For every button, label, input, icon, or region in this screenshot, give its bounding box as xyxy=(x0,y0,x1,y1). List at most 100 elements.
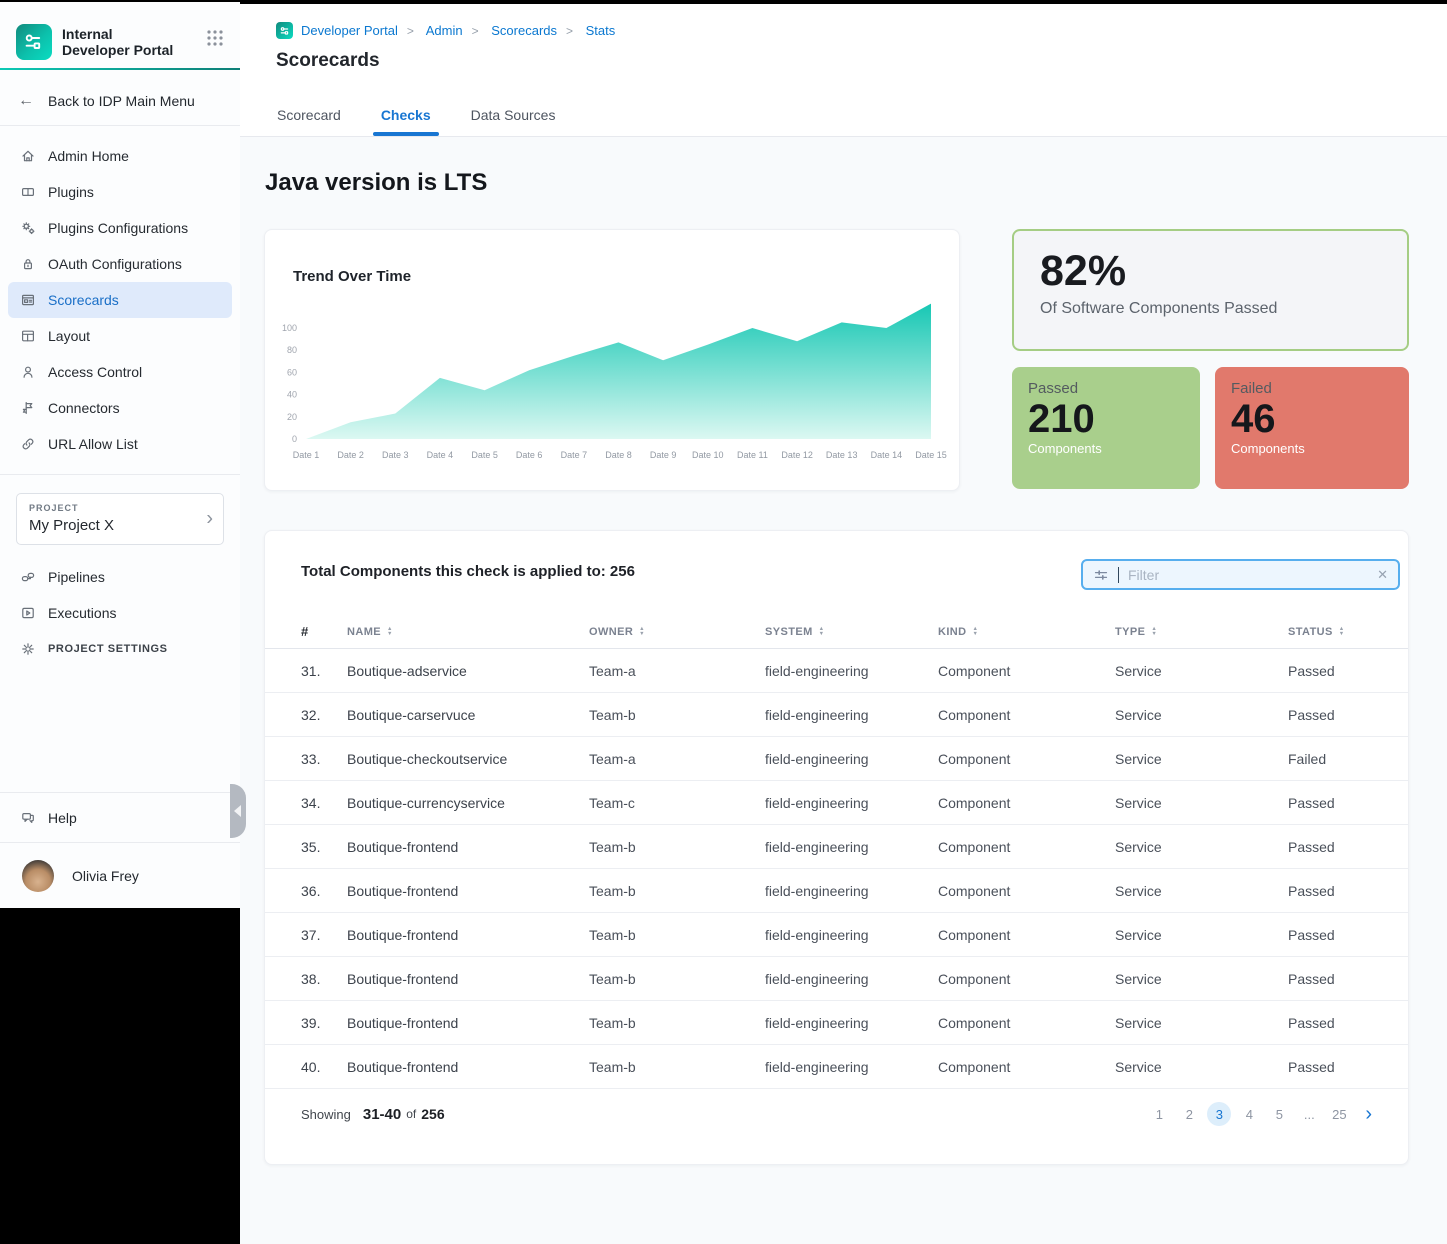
sidebar-item-project-settings[interactable]: PROJECT SETTINGS xyxy=(8,631,232,667)
column-label: STATUS xyxy=(1288,626,1333,638)
row-status: Passed xyxy=(1288,795,1372,811)
row-system: field-engineering xyxy=(765,751,938,767)
of-label: of xyxy=(406,1107,416,1121)
tab-checks[interactable]: Checks xyxy=(381,94,431,136)
row-number: 37. xyxy=(301,927,347,943)
table-row[interactable]: 32. Boutique-carservuce Team-b field-eng… xyxy=(265,693,1408,737)
tab-scorecard[interactable]: Scorecard xyxy=(277,94,341,136)
page-button-3[interactable]: 3 xyxy=(1207,1102,1231,1126)
table-row[interactable]: 34. Boutique-currencyservice Team-c fiel… xyxy=(265,781,1408,825)
pagination-next-icon[interactable]: › xyxy=(1365,1104,1372,1124)
page-button-[interactable]: ... xyxy=(1297,1102,1321,1126)
column-header-system[interactable]: SYSTEM ▲▼ xyxy=(765,626,938,638)
row-type: Service xyxy=(1115,927,1288,943)
table-row[interactable]: 37. Boutique-frontend Team-b field-engin… xyxy=(265,913,1408,957)
row-kind: Component xyxy=(938,751,1115,767)
sidebar-item-admin-home[interactable]: Admin Home xyxy=(8,138,232,174)
svg-text:20: 20 xyxy=(287,412,297,422)
sidebar-item-layout[interactable]: Layout xyxy=(8,318,232,354)
row-system: field-engineering xyxy=(765,707,938,723)
column-header-type[interactable]: TYPE ▲▼ xyxy=(1115,626,1288,638)
sidebar-item-pipelines[interactable]: Pipelines xyxy=(8,559,232,595)
lock-icon xyxy=(20,256,36,272)
pipelines-icon xyxy=(20,569,36,585)
page-button-1[interactable]: 1 xyxy=(1147,1102,1171,1126)
sidebar-item-executions[interactable]: Executions xyxy=(8,595,232,631)
back-to-idp-main-menu[interactable]: ← Back to IDP Main Menu xyxy=(0,76,240,126)
sidebar-item-access-control[interactable]: Access Control xyxy=(8,354,232,390)
table-summary: Total Components this check is applied t… xyxy=(301,563,635,580)
column-label: NAME xyxy=(347,626,381,638)
sort-icon: ▲▼ xyxy=(819,627,825,636)
column-header-status[interactable]: STATUS ▲▼ xyxy=(1288,626,1372,638)
tab-data-sources[interactable]: Data Sources xyxy=(471,94,556,136)
column-header-name[interactable]: NAME ▲▼ xyxy=(347,626,589,638)
clear-filter-icon[interactable]: ✕ xyxy=(1377,567,1388,583)
breadcrumb-label: Admin xyxy=(426,23,463,38)
filter-input[interactable] xyxy=(1128,567,1368,583)
row-system: field-engineering xyxy=(765,795,938,811)
project-selector[interactable]: PROJECT My Project X › xyxy=(16,493,224,545)
table-row[interactable]: 35. Boutique-frontend Team-b field-engin… xyxy=(265,825,1408,869)
row-owner: Team-a xyxy=(589,663,765,679)
row-name: Boutique-carservuce xyxy=(347,707,589,723)
table-body: 31. Boutique-adservice Team-a field-engi… xyxy=(265,649,1408,1089)
sidebar-collapse-handle[interactable] xyxy=(230,784,246,838)
person-icon xyxy=(20,364,36,380)
user-profile[interactable]: Olivia Frey xyxy=(0,842,240,908)
table-header-row: # NAME ▲▼ OWNER ▲▼ SYSTEM ▲▼ KIND ▲▼ xyxy=(265,615,1408,649)
page-button-2[interactable]: 2 xyxy=(1177,1102,1201,1126)
sidebar-item-scorecards[interactable]: Scorecards xyxy=(8,282,232,318)
row-system: field-engineering xyxy=(765,839,938,855)
page-label: 4 xyxy=(1246,1107,1253,1122)
row-system: field-engineering xyxy=(765,1059,938,1075)
row-system: field-engineering xyxy=(765,883,938,899)
sidebar-item-plugins-configurations[interactable]: Plugins Configurations xyxy=(8,210,232,246)
sidebar-item-connectors[interactable]: Connectors xyxy=(8,390,232,426)
column-header-owner[interactable]: OWNER ▲▼ xyxy=(589,626,765,638)
row-name: Boutique-adservice xyxy=(347,663,589,679)
row-type: Service xyxy=(1115,707,1288,723)
breadcrumb-logo-icon xyxy=(276,22,293,39)
row-status: Passed xyxy=(1288,1015,1372,1031)
column-label: SYSTEM xyxy=(765,626,813,638)
sidebar-item-oauth-configurations[interactable]: OAuth Configurations xyxy=(8,246,232,282)
row-number: 35. xyxy=(301,839,347,855)
breadcrumb-link-scorecards[interactable]: Scorecards xyxy=(463,23,557,38)
column-header-[interactable]: # xyxy=(301,624,347,639)
row-kind: Component xyxy=(938,795,1115,811)
breadcrumb: Developer Portal Admin Scorecards Stats xyxy=(276,22,615,39)
sidebar-nav: Admin Home Plugins Plugins Configuration… xyxy=(0,126,240,466)
breadcrumb-link-stats[interactable]: Stats xyxy=(557,23,615,38)
apps-grid-icon[interactable] xyxy=(204,27,226,49)
sidebar-item-label: PROJECT SETTINGS xyxy=(48,643,168,655)
page-button-5[interactable]: 5 xyxy=(1267,1102,1291,1126)
project-label: PROJECT xyxy=(29,503,211,513)
check-title: Java version is LTS xyxy=(265,169,487,197)
table-row[interactable]: 31. Boutique-adservice Team-a field-engi… xyxy=(265,649,1408,693)
row-name: Boutique-frontend xyxy=(347,1059,589,1075)
table-row[interactable]: 38. Boutique-frontend Team-b field-engin… xyxy=(265,957,1408,1001)
breadcrumb-link-developer-portal[interactable]: Developer Portal xyxy=(301,23,398,38)
column-label: OWNER xyxy=(589,626,633,638)
project-nav: Pipelines Executions PROJECT SETTINGS xyxy=(0,557,240,671)
column-label: # xyxy=(301,624,309,639)
table-row[interactable]: 33. Boutique-checkoutservice Team-a fiel… xyxy=(265,737,1408,781)
help-label: Help xyxy=(48,810,77,826)
table-row[interactable]: 36. Boutique-frontend Team-b field-engin… xyxy=(265,869,1408,913)
sidebar-item-plugins[interactable]: Plugins xyxy=(8,174,232,210)
breadcrumb-link-admin[interactable]: Admin xyxy=(398,23,463,38)
row-owner: Team-b xyxy=(589,1015,765,1031)
table-row[interactable]: 39. Boutique-frontend Team-b field-engin… xyxy=(265,1001,1408,1045)
tab-label: Checks xyxy=(381,107,431,123)
table-row[interactable]: 40. Boutique-frontend Team-b field-engin… xyxy=(265,1045,1408,1089)
svg-text:Date 14: Date 14 xyxy=(871,450,903,460)
sidebar-item-url-allow-list[interactable]: URL Allow List xyxy=(8,426,232,462)
row-number: 31. xyxy=(301,663,347,679)
sort-icon: ▲▼ xyxy=(639,627,645,636)
app-title: Internal Developer Portal xyxy=(62,26,194,58)
page-button-25[interactable]: 25 xyxy=(1327,1102,1351,1126)
help-button[interactable]: Help xyxy=(0,792,240,842)
column-header-kind[interactable]: KIND ▲▼ xyxy=(938,626,1115,638)
page-button-4[interactable]: 4 xyxy=(1237,1102,1261,1126)
